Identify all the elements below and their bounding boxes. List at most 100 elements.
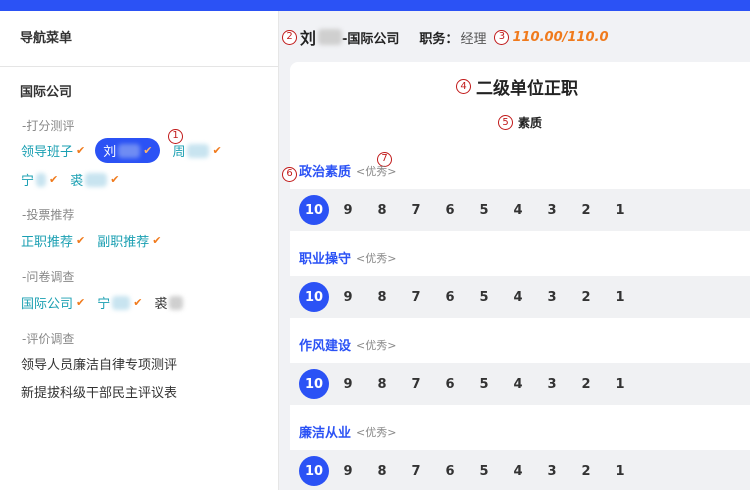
score-option-8[interactable]: 8 (367, 282, 397, 312)
top-accent-bar (0, 0, 750, 11)
score-option-4[interactable]: 4 (503, 282, 533, 312)
sidebar-item-qiu[interactable]: 裘 ✔ (70, 170, 119, 189)
score-option-10[interactable]: 10 (299, 195, 329, 225)
score-option-2[interactable]: 2 (571, 282, 601, 312)
score-option-1[interactable]: 1 (605, 369, 635, 399)
score-option-1[interactable]: 1 (605, 456, 635, 486)
score-option-10[interactable]: 10 (299, 282, 329, 312)
score-option-9[interactable]: 9 (333, 282, 363, 312)
position-label: 职务： (419, 31, 459, 47)
sidebar-link-cadre-review[interactable]: 新提拔科级干部民主评议表 (21, 382, 177, 401)
sidebar-item-label: 宁 (97, 297, 111, 312)
score-row: 10 9 8 7 6 5 4 3 2 1 (290, 450, 750, 490)
sidebar-item-ning[interactable]: 宁 ✔ (21, 170, 58, 189)
score-option-10[interactable]: 10 (299, 369, 329, 399)
survey-row: 国际公司 ✔ 宁 ✔ 裘 (21, 293, 195, 312)
section-header: 廉洁从业 <优秀> (299, 422, 396, 442)
card-subtitle: 5 素质 (498, 114, 542, 131)
check-icon: ✔ (49, 173, 59, 186)
card-subtitle-text: 素质 (518, 116, 543, 130)
score-option-4[interactable]: 4 (503, 195, 533, 225)
score-option-5[interactable]: 5 (469, 369, 499, 399)
score-option-1[interactable]: 1 (605, 282, 635, 312)
marker-2: 2 (282, 29, 297, 45)
score-option-8[interactable]: 8 (367, 195, 397, 225)
score-option-9[interactable]: 9 (333, 369, 363, 399)
check-icon: ✔ (143, 144, 153, 157)
score-option-7[interactable]: 7 (401, 369, 431, 399)
score-option-5[interactable]: 5 (469, 282, 499, 312)
section-header: 作风建设 <优秀> (299, 335, 397, 355)
sidebar-link-integrity-review[interactable]: 领导人员廉洁自律专项测评 (21, 354, 177, 373)
group-scoring-label: -打分测评 (22, 119, 75, 133)
score-option-6[interactable]: 6 (435, 369, 465, 399)
sidebar-item-label: 刘 (103, 145, 117, 160)
sidebar-item-label: 副职推荐 (97, 235, 150, 250)
score-option-1[interactable]: 1 (605, 195, 635, 225)
evaluatee-name: 刘 (300, 29, 317, 48)
score-option-6[interactable]: 6 (435, 195, 465, 225)
score-option-7[interactable]: 7 (401, 195, 431, 225)
score-option-3[interactable]: 3 (537, 369, 567, 399)
score-option-8[interactable]: 8 (367, 456, 397, 486)
score-option-10[interactable]: 10 (299, 456, 329, 486)
section-name: 职业操守 (299, 252, 352, 267)
redacted-name (112, 295, 131, 310)
sidebar-item-survey-ning[interactable]: 宁 ✔ (97, 293, 142, 312)
sidebar-item-label: 正职推荐 (21, 235, 74, 250)
redacted-name (169, 295, 184, 310)
score-option-2[interactable]: 2 (571, 195, 601, 225)
sidebar-item-liu[interactable]: 刘 ✔ (95, 138, 161, 163)
score-option-3[interactable]: 3 (537, 195, 567, 225)
score-option-4[interactable]: 4 (503, 456, 533, 486)
score-option-6[interactable]: 6 (435, 282, 465, 312)
scoring-row-1: 领导班子 ✔ 刘 ✔ 周 ✔ (21, 138, 234, 163)
score-row: 10 9 8 7 6 5 4 3 2 1 (290, 276, 750, 318)
sidebar-item-label: 国际公司 (21, 297, 74, 312)
check-icon: ✔ (152, 234, 162, 247)
score-option-4[interactable]: 4 (503, 369, 533, 399)
sidebar-item-fuzhi[interactable]: 副职推荐 ✔ (97, 231, 161, 250)
section-header: 政治素质 <优秀> (299, 161, 397, 181)
score-option-2[interactable]: 2 (571, 456, 601, 486)
score-option-9[interactable]: 9 (333, 195, 363, 225)
score-option-8[interactable]: 8 (367, 369, 397, 399)
sidebar-item-survey-intl[interactable]: 国际公司 ✔ (21, 293, 85, 312)
group-voting-label: -投票推荐 (22, 208, 75, 222)
score-row: 10 9 8 7 6 5 4 3 2 1 (290, 189, 750, 231)
sidebar-header: 导航菜单 (0, 11, 278, 67)
section-rating: <优秀> (356, 251, 397, 265)
section-rating: <优秀> (356, 164, 397, 178)
score-row: 10 9 8 7 6 5 4 3 2 1 (290, 363, 750, 405)
voting-row: 正职推荐 ✔ 副职推荐 ✔ (21, 231, 173, 250)
score-option-5[interactable]: 5 (469, 456, 499, 486)
redacted-name (318, 29, 343, 45)
sidebar-item-leadership[interactable]: 领导班子 ✔ (21, 141, 85, 160)
evaluatee-header: 2 刘 -国际公司 职务： 经理 3 110.00/110.0 (282, 25, 609, 49)
evaluatee-org: -国际公司 (342, 31, 400, 47)
score-option-2[interactable]: 2 (571, 369, 601, 399)
score-option-6[interactable]: 6 (435, 456, 465, 486)
marker-5: 5 (498, 115, 513, 130)
score-option-3[interactable]: 3 (537, 456, 567, 486)
sidebar-org-title: 国际公司 (20, 85, 73, 100)
score-option-7[interactable]: 7 (401, 282, 431, 312)
sidebar-item-survey-qiu[interactable]: 裘 (154, 293, 184, 312)
sidebar-item-label: 宁 (21, 174, 35, 189)
sidebar-item-zhengzhi[interactable]: 正职推荐 ✔ (21, 231, 85, 250)
score-option-3[interactable]: 3 (537, 282, 567, 312)
score-option-7[interactable]: 7 (401, 456, 431, 486)
card-title-text: 二级单位正职 (476, 79, 578, 99)
marker-3: 3 (494, 29, 510, 45)
check-icon: ✔ (76, 296, 86, 309)
sidebar: 导航菜单 国际公司 -打分测评 1 领导班子 ✔ 刘 ✔ 周 ✔ 宁 ✔ 裘 ✔ (0, 11, 279, 490)
group-evaluation-label: -评价调查 (22, 332, 75, 346)
sidebar-item-zhou[interactable]: 周 ✔ (172, 141, 222, 160)
score-option-9[interactable]: 9 (333, 456, 363, 486)
sidebar-item-label: 领导班子 (21, 145, 74, 160)
score-option-5[interactable]: 5 (469, 195, 499, 225)
section-rating: <优秀> (356, 338, 397, 352)
scoring-row-2: 宁 ✔ 裘 ✔ (21, 170, 131, 189)
check-icon: ✔ (76, 144, 86, 157)
sidebar-item-label: 周 (172, 145, 186, 160)
